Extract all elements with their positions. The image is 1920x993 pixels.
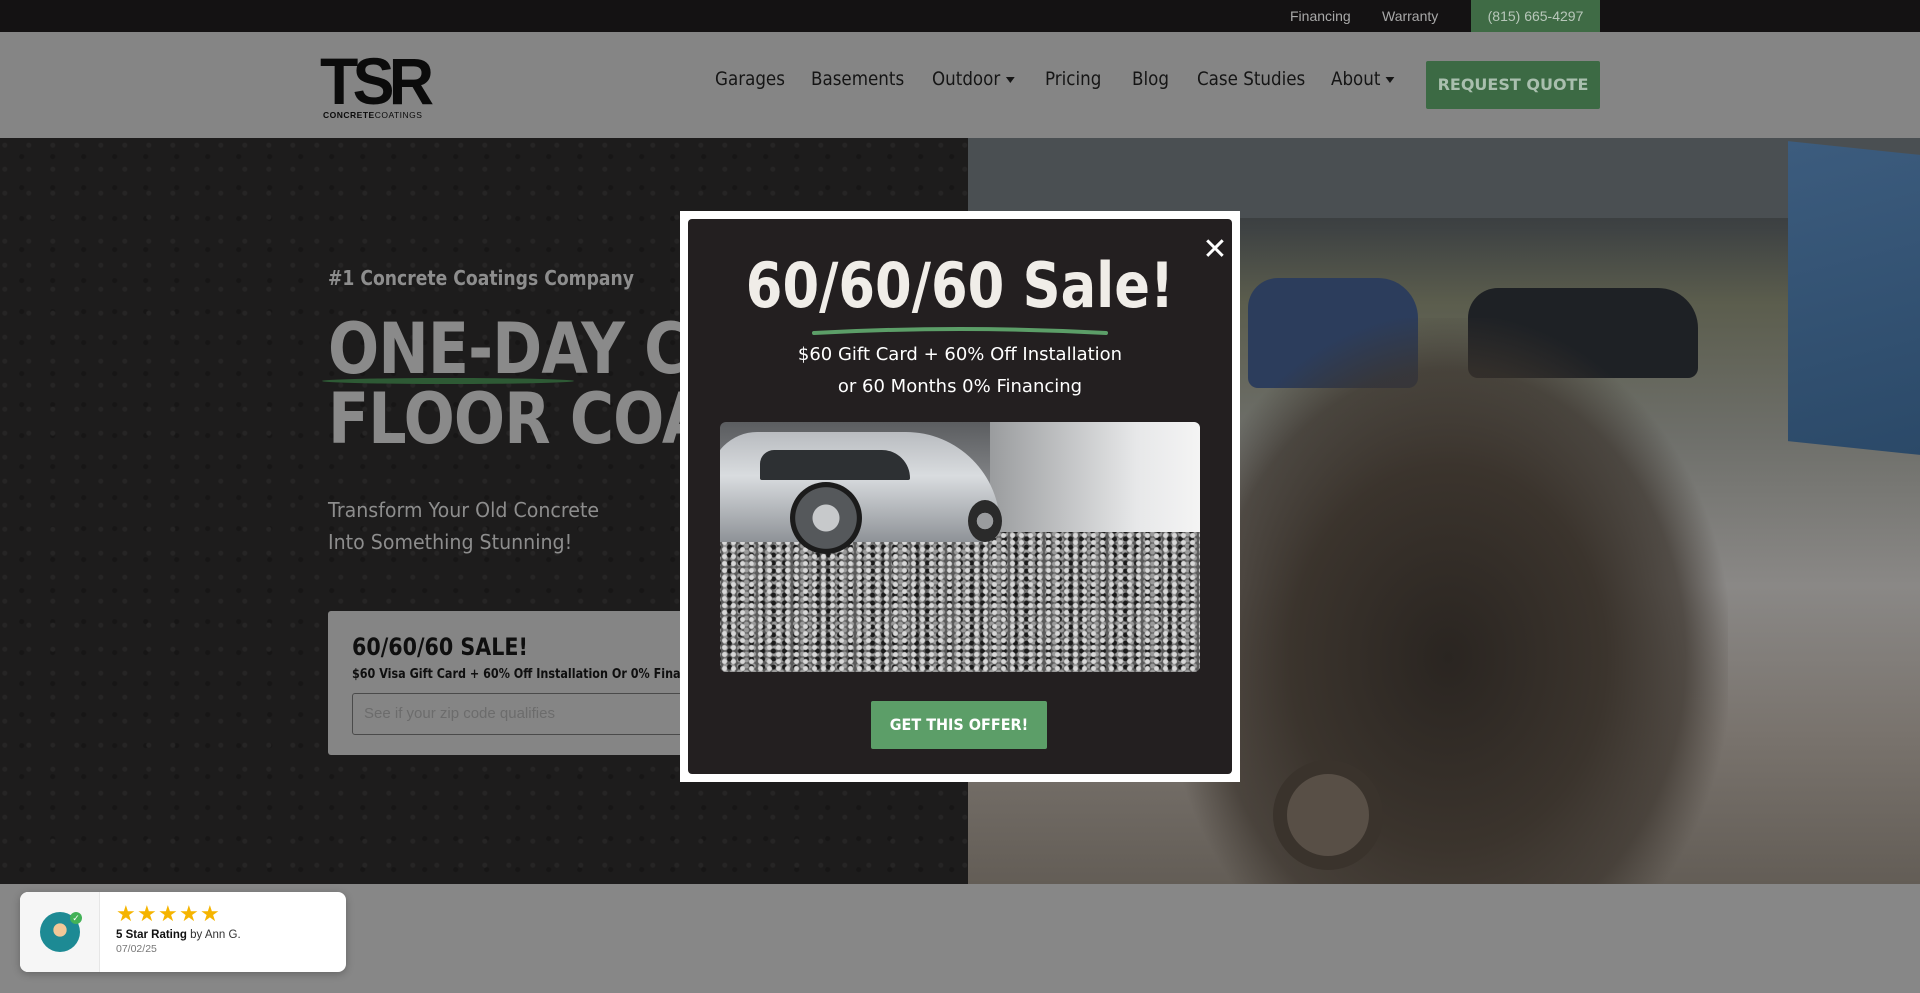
hero-eyebrow: #1 Concrete Coatings Company (328, 266, 634, 290)
nav-about-label: About (1331, 68, 1381, 90)
nav-outdoor-label: Outdoor (932, 68, 1001, 90)
financing-link[interactable]: Financing (1290, 0, 1351, 32)
nav-pricing[interactable]: Pricing (1045, 68, 1101, 90)
star-icon: ★ (158, 902, 178, 927)
popup-subtitle: $60 Gift Card + 60% Off Installation or … (688, 339, 1232, 403)
nav-basements[interactable]: Basements (811, 68, 904, 90)
star-icon: ★ (179, 902, 199, 927)
review-date: 07/02/25 (116, 943, 157, 955)
star-icon: ★ (137, 902, 157, 927)
review-by: by (190, 929, 203, 941)
image-flake-floor (720, 532, 1200, 672)
get-offer-label: GET THIS OFFER! (889, 715, 1029, 734)
popup-subtitle-line1: $60 Gift Card + 60% Off Installation (797, 344, 1123, 365)
sale-form-subtitle: $60 Visa Gift Card + 60% Off Installatio… (352, 667, 696, 682)
photo-blue-tarp (1788, 141, 1920, 455)
image-garage-wall (990, 422, 1200, 542)
get-offer-button[interactable]: GET THIS OFFER! (871, 701, 1047, 749)
review-author: Ann G. (204, 929, 241, 941)
review-avatar-panel: ✓ (20, 892, 100, 972)
review-summary: 5 Star Rating by Ann G. (116, 929, 241, 941)
chevron-down-icon (1385, 76, 1395, 83)
logo-tagline-light: COATINGS (374, 110, 423, 120)
request-quote-button[interactable]: REQUEST QUOTE (1426, 61, 1600, 109)
top-utility-bar: Financing Warranty (815) 665-4297 (0, 0, 1920, 32)
photo-grinder-machine (1168, 318, 1728, 884)
logo-mark: TSR (320, 44, 434, 118)
popup-title-underline (812, 327, 1108, 335)
chevron-down-icon (1005, 76, 1015, 83)
popup-title: 60/60/60 Sale! (688, 249, 1232, 322)
review-badge[interactable]: ✓ ★ ★ ★ ★ ★ 5 Star Rating by Ann G. 07/0… (20, 892, 346, 972)
photo-sky (968, 138, 1920, 218)
star-icon: ★ (116, 902, 136, 927)
star-icon: ★ (200, 902, 220, 927)
nav-about[interactable]: About (1331, 68, 1401, 90)
popup-subtitle-line2: or 60 Months 0% Financing (837, 376, 1083, 397)
nav-case-studies[interactable]: Case Studies (1197, 68, 1305, 90)
popup-content: ✕ 60/60/60 Sale! $60 Gift Card + 60% Off… (688, 219, 1232, 774)
nav-blog[interactable]: Blog (1132, 68, 1169, 90)
warranty-link[interactable]: Warranty (1382, 0, 1438, 32)
logo-tagline: CONCRETECOATINGS (323, 110, 422, 120)
image-car-window (760, 450, 910, 480)
nav-garages[interactable]: Garages (715, 68, 785, 90)
garage-floor-image (720, 422, 1200, 672)
sale-form-title: 60/60/60 SALE! (352, 633, 528, 661)
popup-title-text: 60/60/60 Sale! (745, 249, 1175, 322)
sale-popup-modal: ✕ 60/60/60 Sale! $60 Gift Card + 60% Off… (680, 211, 1240, 782)
nav-outdoor[interactable]: Outdoor (932, 68, 1015, 90)
review-rating-label: 5 Star Rating (116, 929, 187, 941)
phone-link[interactable]: (815) 665-4297 (1471, 0, 1600, 32)
tsr-logo[interactable]: TSR CONCRETECOATINGS (320, 48, 434, 124)
hero-tagline-line1: Transform Your Old Concrete (328, 498, 600, 522)
image-car-rear-wheel (968, 500, 1002, 542)
hero-tagline: Transform Your Old Concrete Into Somethi… (328, 494, 599, 558)
hero-tagline-line2: Into Something Stunning! (328, 530, 573, 554)
logo-tagline-bold: CONCRETE (323, 110, 375, 120)
photo-machine-wheel (1273, 760, 1383, 870)
verified-check-icon: ✓ (70, 912, 82, 924)
image-car-front-wheel (790, 482, 862, 554)
site-header: TSR CONCRETECOATINGS Garages Basements O… (0, 32, 1920, 138)
